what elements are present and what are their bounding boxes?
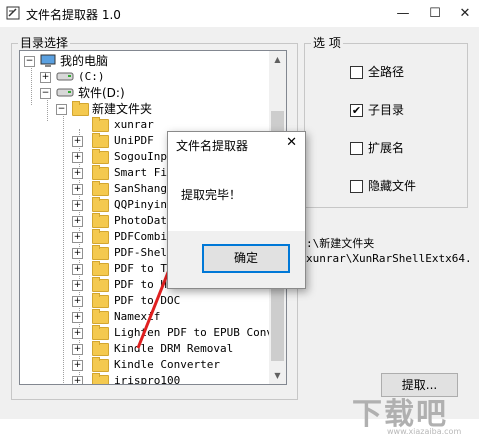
watermark-url: www.xiazaiba.com <box>387 427 462 436</box>
dialog-message: 提取完毕！ <box>181 188 242 202</box>
message-dialog: 文件名提取器 ✕ 提取完毕！ 确定 <box>167 131 306 289</box>
dialog-body: 提取完毕！ 确定 <box>168 159 305 288</box>
ok-button[interactable]: 确定 <box>202 244 290 273</box>
dialog-title: 文件名提取器 <box>176 139 249 153</box>
dialog-close-button[interactable]: ✕ <box>286 135 297 150</box>
dialog-footer: 确定 <box>168 231 305 288</box>
